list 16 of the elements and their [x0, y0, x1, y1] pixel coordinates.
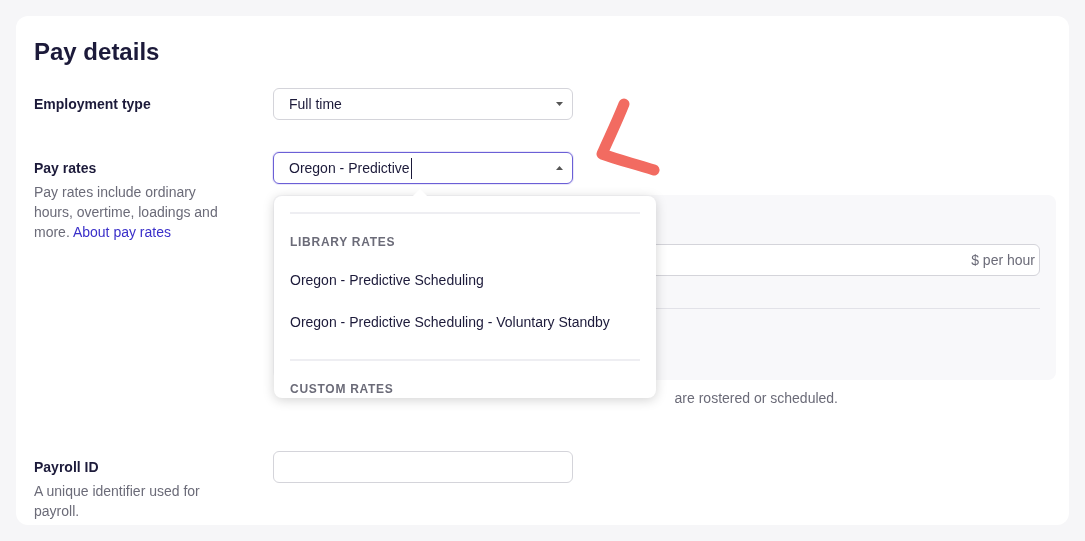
field-label: Payroll ID	[34, 457, 100, 477]
caret-icon	[556, 102, 563, 106]
pay-rates-select[interactable]: Oregon - Predictive	[273, 152, 573, 184]
field-label: Pay rates	[34, 158, 98, 178]
group-heading: CUSTOM RATES	[290, 381, 395, 398]
help-text: are rostered or scheduled.	[674, 389, 838, 408]
employment-type-select[interactable]: Full time	[273, 88, 573, 120]
caret-icon	[556, 166, 563, 170]
section-title: Pay details	[34, 38, 161, 66]
about-link[interactable]: About pay rates	[72, 224, 171, 240]
field-label: Employment type	[34, 94, 152, 114]
payroll-id-field[interactable]	[273, 451, 573, 483]
unit-label: $ per hour	[971, 250, 1035, 270]
menu-item[interactable]: Oregon - Predictive Scheduling - Voluntary Standby	[290, 301, 640, 343]
field-description: A unique identifier used for payroll.	[34, 482, 201, 521]
field-description: Pay rates include ordinary hours, overtime, loadings and more. About pay rates	[34, 183, 219, 242]
